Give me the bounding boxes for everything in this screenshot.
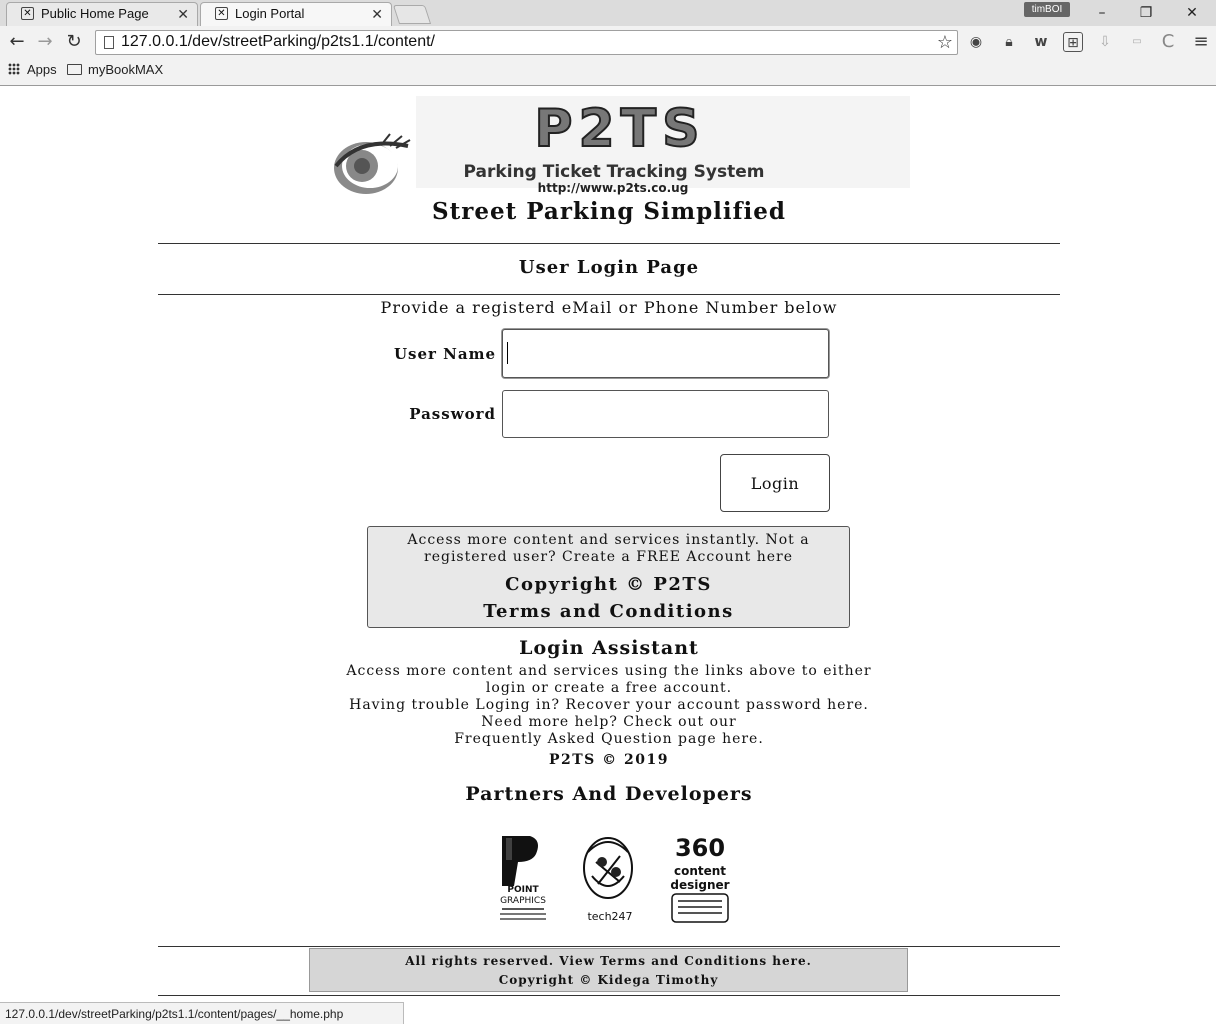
svg-text:designer: designer bbox=[670, 878, 729, 892]
tab-title: Public Home Page bbox=[41, 6, 149, 21]
extension-icon[interactable]: ◉ bbox=[966, 32, 986, 52]
divider bbox=[158, 243, 1060, 244]
register-link[interactable]: Access more content and services instant… bbox=[368, 527, 849, 566]
logo-wordmark: P2TS bbox=[534, 99, 705, 159]
page-favicon-icon: ✕ bbox=[21, 7, 34, 20]
extension-icon[interactable]: ⊞ bbox=[1063, 32, 1083, 52]
divider bbox=[158, 294, 1060, 295]
divider bbox=[158, 995, 1060, 996]
page-icon bbox=[104, 36, 114, 49]
apps-grid-icon[interactable] bbox=[8, 63, 20, 75]
login-button[interactable]: Login bbox=[720, 454, 830, 512]
svg-text:GRAPHICS: GRAPHICS bbox=[500, 896, 546, 906]
bookmark-mybookmax[interactable]: myBookMAX bbox=[88, 62, 163, 77]
tagline: Street Parking Simplified bbox=[431, 198, 787, 225]
content-designer-logo[interactable]: 360 content designer bbox=[664, 826, 734, 926]
eye-logo-icon bbox=[334, 133, 411, 194]
password-input[interactable] bbox=[502, 390, 829, 438]
extension-icon[interactable]: w bbox=[1031, 32, 1051, 52]
logo-subtitle: Parking Ticket Tracking System bbox=[464, 162, 765, 182]
tab-login-portal[interactable]: ✕ Login Portal ✕ bbox=[200, 2, 392, 26]
extension-icon[interactable]: ▭ bbox=[1127, 32, 1147, 52]
footer: All rights reserved. View Terms and Cond… bbox=[309, 948, 908, 992]
faq-link[interactable]: Frequently Asked Question page here. bbox=[158, 731, 1060, 748]
copyright-p2ts: Copyright © P2TS bbox=[505, 574, 712, 595]
bookmark-apps[interactable]: Apps bbox=[27, 62, 57, 77]
p2ts-logo: P2TS Parking Ticket Tracking System http… bbox=[334, 96, 910, 195]
folder-icon bbox=[67, 64, 82, 75]
p2ts-copyright: P2TS © 2019 bbox=[548, 752, 669, 768]
username-label: User Name bbox=[393, 345, 496, 363]
section-title: User Login Page bbox=[518, 257, 700, 278]
login-assistant-title: Login Assistant bbox=[519, 637, 699, 659]
page-content: P2TS Parking Ticket Tracking System http… bbox=[0, 86, 1216, 1024]
create-account-link[interactable]: login or create a free account. bbox=[158, 680, 1060, 697]
page-favicon-icon: ✕ bbox=[215, 7, 228, 20]
extension-icon[interactable]: C bbox=[1158, 32, 1178, 52]
tech247-logo[interactable]: tech247 bbox=[574, 826, 644, 926]
svg-text:content: content bbox=[674, 864, 726, 878]
register-info-box: Access more content and services instant… bbox=[367, 526, 850, 628]
download-icon[interactable]: ⇩ bbox=[1095, 32, 1115, 52]
point-graphics-logo[interactable]: POINT GRAPHICS bbox=[488, 826, 558, 926]
footer-copyright: Copyright © Kidega Timothy bbox=[498, 973, 719, 987]
divider bbox=[158, 946, 1060, 947]
footer-terms-link[interactable]: All rights reserved. View Terms and Cond… bbox=[310, 952, 907, 971]
menu-icon[interactable]: ≡ bbox=[1191, 32, 1211, 52]
close-window-icon[interactable]: ✕ bbox=[1172, 2, 1212, 24]
restore-icon[interactable]: ❐ bbox=[1126, 2, 1166, 24]
new-tab-button[interactable] bbox=[392, 5, 432, 24]
reload-icon[interactable]: ↻ bbox=[63, 31, 85, 53]
svg-text:POINT: POINT bbox=[507, 885, 539, 895]
tab-strip: ✕ Public Home Page ✕ ✕ Login Portal ✕ ti… bbox=[0, 0, 1216, 26]
logo-url: http://www.p2ts.co.ug bbox=[538, 181, 689, 195]
partners-title: Partners And Developers bbox=[465, 783, 753, 805]
assistant-line: Access more content and services using t… bbox=[346, 663, 872, 679]
status-bar-url: 127.0.0.1/dev/streetParking/p2ts1.1/cont… bbox=[0, 1002, 404, 1024]
tab-public-home-page[interactable]: ✕ Public Home Page ✕ bbox=[6, 2, 198, 26]
profile-badge[interactable]: timBOI bbox=[1024, 2, 1070, 17]
close-icon[interactable]: ✕ bbox=[371, 3, 383, 25]
url-text[interactable]: 127.0.0.1/dev/streetParking/p2ts1.1/cont… bbox=[121, 33, 435, 51]
browser-chrome: ✕ Public Home Page ✕ ✕ Login Portal ✕ ti… bbox=[0, 0, 1216, 86]
username-input[interactable] bbox=[502, 329, 829, 378]
terms-link[interactable]: Terms and Conditions bbox=[368, 598, 849, 625]
tab-title: Login Portal bbox=[235, 6, 305, 21]
address-bar[interactable]: 127.0.0.1/dev/streetParking/p2ts1.1/cont… bbox=[95, 30, 958, 55]
close-icon[interactable]: ✕ bbox=[177, 3, 189, 25]
bookmark-star-icon[interactable]: ☆ bbox=[937, 31, 953, 54]
instruction-text: Provide a registerd eMail or Phone Numbe… bbox=[380, 298, 838, 317]
text-caret bbox=[507, 342, 508, 364]
forward-icon[interactable]: → bbox=[34, 31, 56, 53]
back-icon[interactable]: ← bbox=[6, 31, 28, 53]
svg-text:tech247: tech247 bbox=[587, 910, 632, 923]
login-assistant-text: Access more content and services using t… bbox=[158, 663, 1060, 748]
lock-icon[interactable]: 🔒︎ bbox=[999, 32, 1019, 52]
minimize-icon[interactable]: – bbox=[1082, 2, 1122, 24]
svg-text:360: 360 bbox=[675, 834, 725, 862]
password-label: Password bbox=[409, 405, 496, 423]
recover-password-link[interactable]: Having trouble Loging in? Recover your a… bbox=[158, 697, 1060, 714]
assistant-line: Need more help? Check out our bbox=[481, 714, 737, 730]
